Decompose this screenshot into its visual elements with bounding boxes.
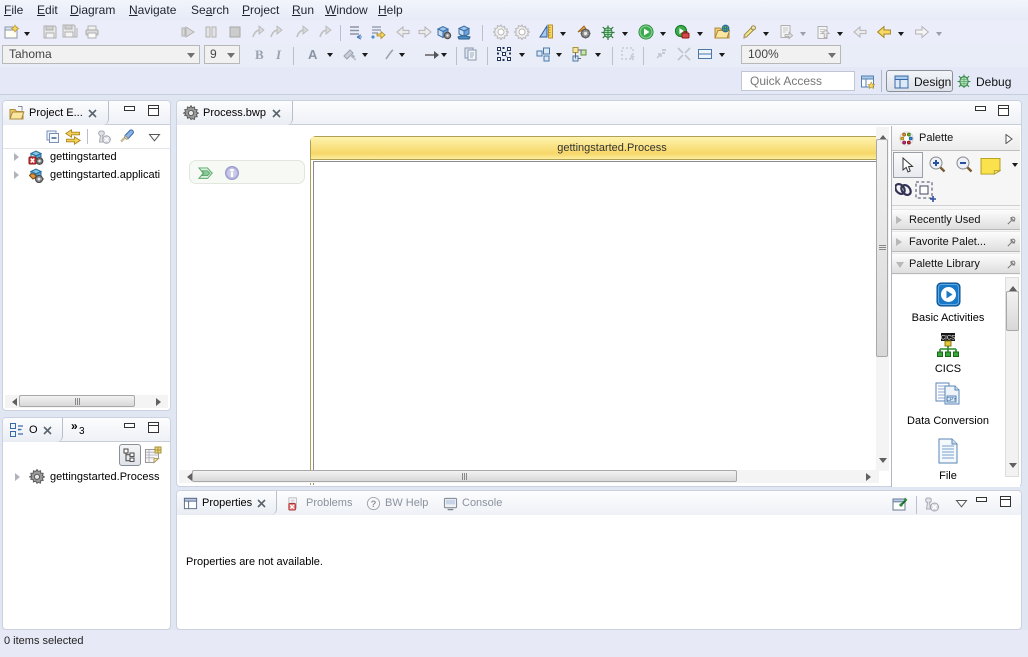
svg-text:CPY: CPY [946,397,957,403]
svg-text:?: ? [371,498,377,508]
